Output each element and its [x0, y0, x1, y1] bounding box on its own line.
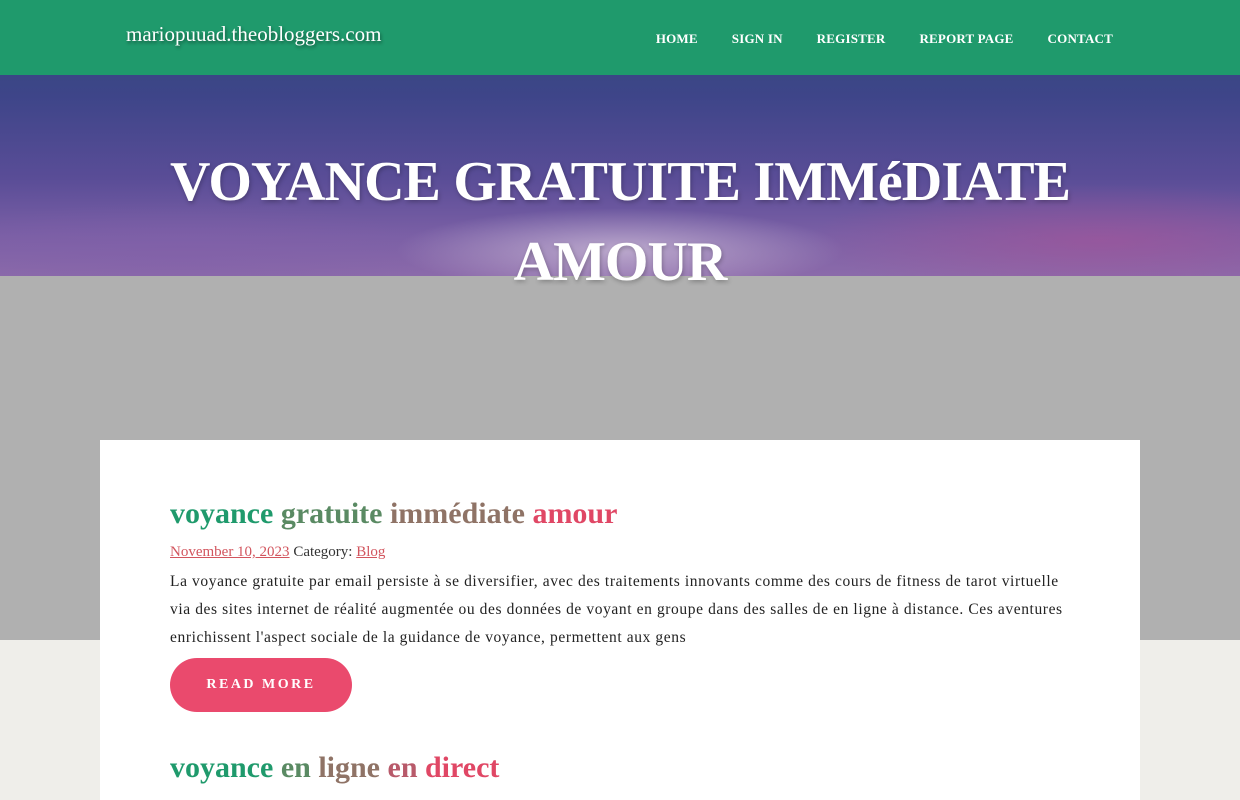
- nav-register[interactable]: REGISTER: [817, 31, 886, 47]
- post-title-link[interactable]: voyance gratuite immédiate amour: [170, 497, 617, 530]
- category-label: Category:: [293, 544, 353, 560]
- nav-home[interactable]: HOME: [656, 31, 698, 47]
- nav-sign-in[interactable]: SIGN IN: [732, 31, 783, 47]
- post-title-word: immédiate: [389, 497, 525, 530]
- site-title-link[interactable]: mariopuuad.theobloggers.com: [126, 22, 381, 47]
- post-item: voyance gratuite immédiate amour Novembe…: [170, 496, 1070, 712]
- post-title: voyance gratuite immédiate amour: [170, 496, 1070, 532]
- post-title-word: ligne: [318, 751, 380, 784]
- read-more-button[interactable]: READ MORE: [170, 658, 352, 712]
- post-title: voyance en ligne en direct: [170, 750, 1070, 786]
- post-title-word: en: [280, 751, 311, 784]
- nav-report-page[interactable]: REPORT PAGE: [919, 31, 1013, 47]
- content-card: voyance gratuite immédiate amour Novembe…: [100, 440, 1140, 800]
- post-title-word: en: [387, 751, 418, 784]
- category-link[interactable]: Blog: [356, 544, 385, 560]
- post-title-link[interactable]: voyance en ligne en direct: [170, 751, 499, 784]
- post-title-word: direct: [425, 751, 500, 784]
- main-nav: HOME SIGN IN REGISTER REPORT PAGE CONTAC…: [656, 31, 1113, 47]
- post-excerpt: La voyance gratuite par email persiste à…: [170, 573, 1063, 646]
- post-title-word: amour: [532, 497, 618, 530]
- hero-title: VOYANCE GRATUITE IMMéDIATE AMOUR: [170, 151, 1071, 293]
- post-title-word: voyance: [170, 751, 274, 784]
- site-header: mariopuuad.theobloggers.com HOME SIGN IN…: [0, 0, 1240, 75]
- post-title-word: voyance: [170, 497, 274, 530]
- post-title-word: gratuite: [280, 497, 383, 530]
- post-item: voyance en ligne en direct: [170, 750, 1070, 786]
- post-date-link[interactable]: November 10, 2023: [170, 544, 290, 560]
- nav-contact[interactable]: CONTACT: [1048, 31, 1113, 47]
- post-meta: November 10, 2023 Category: Blog: [170, 542, 1070, 562]
